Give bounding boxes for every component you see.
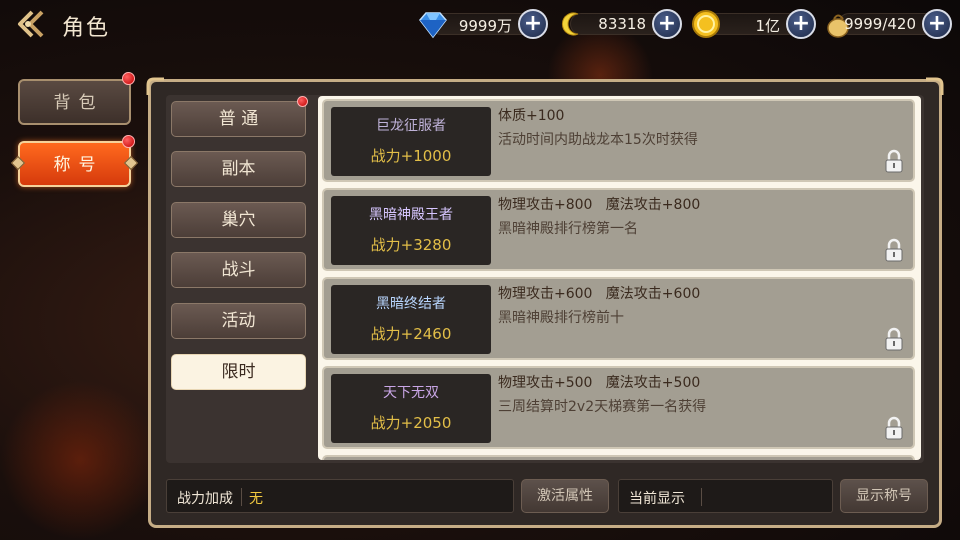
show-title-button[interactable]: 显示称号 <box>840 479 928 513</box>
power-bonus-field: 战力加成 无 <box>166 479 514 513</box>
lock-icon <box>885 149 903 173</box>
currency-diamond-value: 9999万 <box>458 17 512 35</box>
category-event[interactable]: 活动 <box>171 303 306 339</box>
currency-gold-value: 1亿 <box>755 17 780 35</box>
side-tab-bag-label: 背包 <box>53 93 104 113</box>
lock-icon <box>885 238 903 262</box>
title-condition: 黑暗神殿排行榜第一名 <box>498 221 638 237</box>
title-card[interactable]: 巨龙征服者 战力+1000 体质+100 活动时间内助战龙本15次时获得 <box>322 99 915 182</box>
currency-moon-value: 83318 <box>598 15 646 33</box>
title-badge: 黑暗神殿王者 战力+3280 <box>331 196 491 265</box>
add-moon-button[interactable]: + <box>652 9 682 39</box>
category-limited[interactable]: 限时 <box>171 354 306 390</box>
title-badge: 巨龙征服者 战力+1000 <box>331 107 491 176</box>
title-attributes: 物理攻击+600 魔法攻击+600 <box>498 286 701 302</box>
bag-notification-dot <box>122 72 135 85</box>
title-name: 黑暗终结者 <box>376 296 446 312</box>
power-bonus-value: 无 <box>249 491 263 507</box>
category-battle-label: 战斗 <box>221 260 256 280</box>
side-tab-bag[interactable]: 背包 <box>18 79 131 125</box>
currency-gold: 1亿 + <box>690 8 816 40</box>
top-bar: 角色 9999万 + 83318 + 1亿 + 9999/420 + <box>0 0 960 50</box>
currency-stamina: 9999/420 + <box>824 8 952 40</box>
panel-corner-ornament <box>926 77 944 95</box>
add-diamond-button[interactable]: + <box>518 9 548 39</box>
category-event-label: 活动 <box>221 311 256 331</box>
current-display-label: 当前显示 <box>629 491 685 507</box>
title-badge: 黑暗终结者 战力+2460 <box>331 285 491 354</box>
category-nest[interactable]: 巢穴 <box>171 202 306 238</box>
side-tab-title-label: 称号 <box>53 155 104 175</box>
title-name: 黑暗神殿王者 <box>369 207 453 223</box>
category-normal[interactable]: 普 通 <box>171 101 306 137</box>
title-name: 天下无双 <box>383 385 439 401</box>
category-nest-label: 巢穴 <box>221 210 256 230</box>
title-power: 战力+1000 <box>370 147 452 165</box>
currency-moon: 83318 + <box>556 8 682 40</box>
category-normal-notification-dot <box>297 96 308 107</box>
category-limited-label: 限时 <box>221 362 256 382</box>
title-attributes: 物理攻击+800 魔法攻击+800 <box>498 197 701 213</box>
category-dungeon[interactable]: 副本 <box>171 151 306 187</box>
moon-crescent-icon <box>561 12 579 36</box>
title-list[interactable]: 巨龙征服者 战力+1000 体质+100 活动时间内助战龙本15次时获得 黑暗神… <box>318 96 921 460</box>
title-card-partial <box>322 455 915 460</box>
lock-icon <box>885 416 903 440</box>
category-dungeon-label: 副本 <box>221 159 256 179</box>
title-power: 战力+3280 <box>370 236 452 254</box>
page-title: 角色 <box>62 16 111 41</box>
add-stamina-button[interactable]: + <box>922 9 952 39</box>
title-power: 战力+2460 <box>370 325 452 343</box>
panel-corner-ornament <box>146 77 164 95</box>
add-gold-button[interactable]: + <box>786 9 816 39</box>
diamond-gem-icon <box>419 12 447 39</box>
title-attributes: 物理攻击+500 魔法攻击+500 <box>498 375 701 391</box>
title-attributes: 体质+100 <box>498 108 565 124</box>
category-normal-label: 普 通 <box>218 109 259 129</box>
title-card[interactable]: 天下无双 战力+2050 物理攻击+500 魔法攻击+500 三周结算时2v2天… <box>322 366 915 449</box>
title-power: 战力+2050 <box>370 414 452 432</box>
title-notification-dot <box>122 135 135 148</box>
currency-stamina-value: 9999/420 <box>844 15 916 33</box>
title-condition: 黑暗神殿排行榜前十 <box>498 310 624 326</box>
lock-icon <box>885 327 903 351</box>
side-tab-title[interactable]: 称号 <box>18 141 131 187</box>
gold-coin-icon <box>692 10 720 38</box>
title-condition: 三周结算时2v2天梯赛第一名获得 <box>498 399 707 415</box>
current-display-field: 当前显示 <box>618 479 833 513</box>
title-condition: 活动时间内助战龙本15次时获得 <box>498 132 698 148</box>
power-bonus-label: 战力加成 <box>177 491 233 507</box>
category-battle[interactable]: 战斗 <box>171 252 306 288</box>
title-card[interactable]: 黑暗神殿王者 战力+3280 物理攻击+800 魔法攻击+800 黑暗神殿排行榜… <box>322 188 915 271</box>
activate-attributes-button[interactable]: 激活属性 <box>521 479 609 513</box>
title-name: 巨龙征服者 <box>376 118 446 134</box>
title-badge: 天下无双 战力+2050 <box>331 374 491 443</box>
back-arrow-icon[interactable] <box>14 8 48 40</box>
currency-diamond: 9999万 + <box>416 8 548 40</box>
title-card[interactable]: 黑暗终结者 战力+2460 物理攻击+600 魔法攻击+600 黑暗神殿排行榜前… <box>322 277 915 360</box>
